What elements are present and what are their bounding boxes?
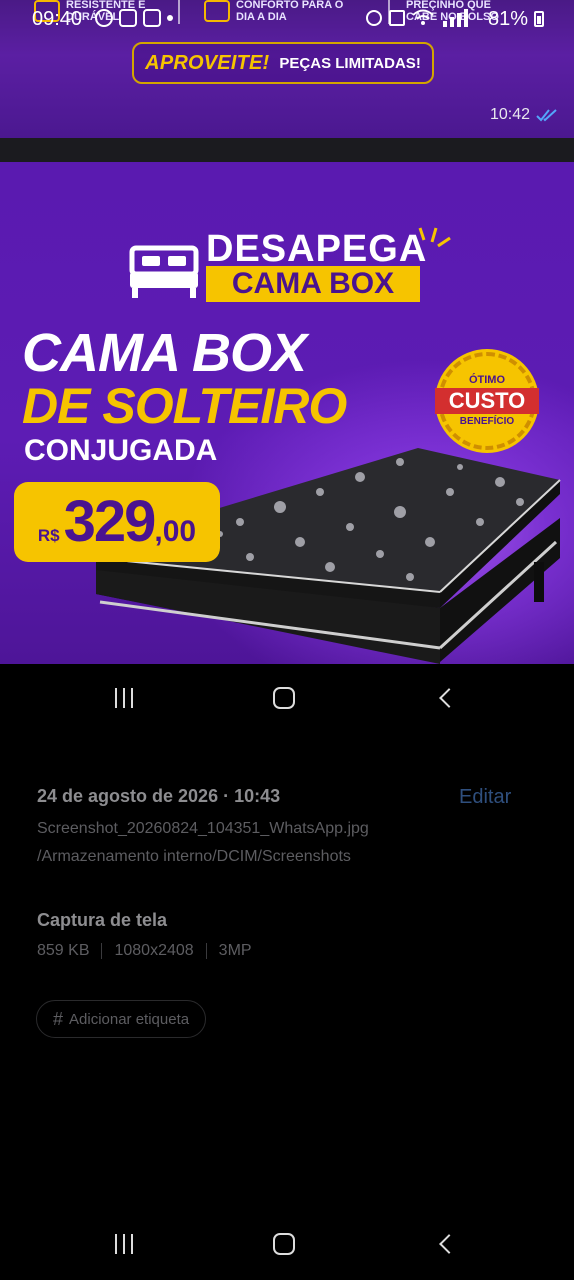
capture-date: 24 de agosto de 2026 · 10:43 [37,786,281,806]
brand-name: DESAPEGA [206,228,428,270]
home-icon [273,687,295,709]
price-cents: ,00 [154,515,197,548]
home-button[interactable] [268,684,300,712]
hash-icon: # [53,1008,64,1029]
meta-divider [205,943,207,959]
wifi-icon [412,9,434,25]
chat-icon [119,9,137,27]
alarm-icon [366,10,382,26]
image-type: Captura de tela [37,910,168,930]
headline-line-1: CAMA BOX [22,323,307,383]
whatsapp-icon [95,9,113,27]
bed-logo-icon [129,245,199,298]
home-icon [273,1233,295,1255]
back-button[interactable] [430,684,462,712]
message-time: 10:42 [489,106,530,123]
message-timestamp: 10:42 [490,106,560,124]
status-system-icons [366,9,471,27]
product-image[interactable]: DESAPEGA CAMA BOX CAMA BOX DE SOLTEIRO C… [0,162,574,664]
gallery-icon [143,9,161,27]
image-divider [0,138,574,162]
image-megapixels: 3MP [218,942,252,959]
more-notifications-icon [167,15,173,21]
image-resolution: 1080x2408 [114,942,194,959]
back-button[interactable] [430,1230,462,1258]
home-button[interactable] [268,1230,300,1258]
mute-icon [389,10,405,26]
seal-bottom-text: BENEFÍCIO [459,416,515,427]
price-main: 329 [63,489,157,554]
brand-tag: CAMA BOX [206,266,420,302]
signal-icon [443,9,468,27]
image-meta: 859 KB 1080x2408 3MP [37,942,252,960]
system-nav-bar [0,1214,574,1274]
edit-button[interactable]: Editar [459,786,511,809]
file-path: /Armazenamento interno/DCIM/Screenshots [37,848,351,865]
status-bar: 09:40 81% [0,0,574,36]
recents-button[interactable] [108,684,140,712]
status-time: 09:40 [32,8,83,30]
file-size: 859 KB [37,942,90,959]
meta-divider [101,943,103,959]
read-ticks-icon [536,109,557,122]
status-notification-icons [95,9,173,27]
battery-percent: 81% [488,8,529,30]
add-tag-label: Adicionar etiqueta [69,1010,190,1028]
seal-top-text: ÓTIMO [468,374,506,386]
recents-button[interactable] [108,1230,140,1258]
recents-icon [115,688,133,708]
sparkle-icon [418,227,451,248]
promo-text: PEÇAS LIMITADAS! [279,54,421,72]
recents-icon [115,1234,133,1254]
file-name: Screenshot_20260824_104351_WhatsApp.jpg [37,820,369,837]
seal-middle-text: CUSTO [435,388,539,414]
back-icon [439,688,459,708]
add-tag-button[interactable]: # Adicionar etiqueta [36,1000,207,1038]
promo-highlight: APROVEITE! [145,51,270,74]
image-viewer-nav-bar [0,668,574,728]
price-currency: R$ [37,526,60,545]
battery-icon [534,11,544,27]
value-seal: ÓTIMO CUSTO BENEFÍCIO [435,352,539,450]
headline-line-3: CONJUGADA [24,434,218,467]
price-tag: R$ 329 ,00 [14,482,220,562]
back-icon [439,1234,459,1254]
headline-line-2: DE SOLTEIRO [22,378,347,434]
promo-banner: APROVEITE! PEÇAS LIMITADAS! [132,42,434,84]
